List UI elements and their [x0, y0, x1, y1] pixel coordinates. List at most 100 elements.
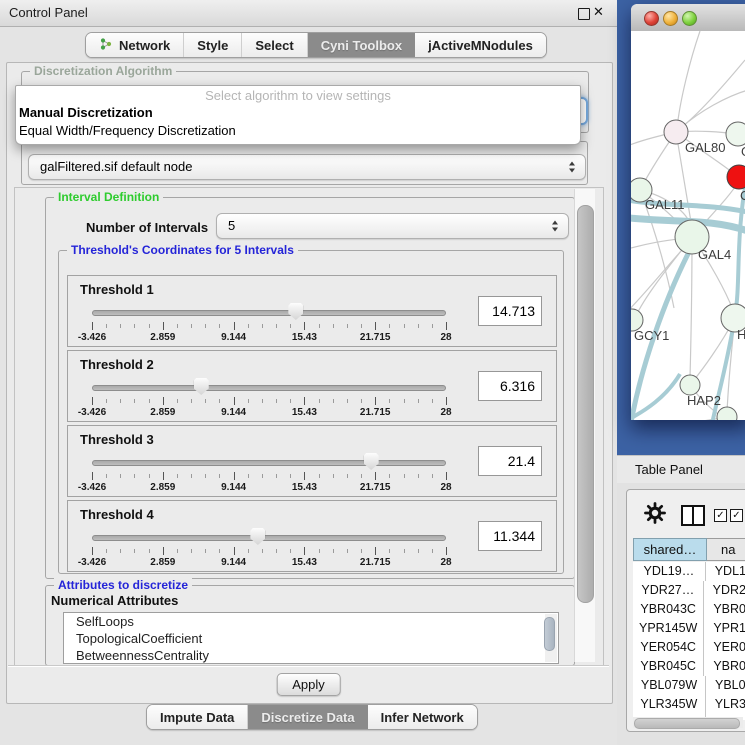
number-of-intervals-combobox[interactable]: 5	[216, 213, 569, 239]
table-row[interactable]: YBR043CYBR0	[633, 600, 745, 619]
attributes-group-label: Attributes to discretize	[54, 578, 192, 592]
control-panel-titlebar: Control Panel ✕	[0, 0, 617, 27]
network-canvas[interactable]: GAL80 G. C GAL11 GAL4 GCY1 H HAP2	[631, 31, 745, 420]
tab-style[interactable]: Style	[184, 33, 242, 57]
svg-text:HAP2: HAP2	[687, 393, 721, 408]
apply-bar: Apply	[8, 665, 609, 703]
tab-select[interactable]: Select	[242, 33, 307, 57]
threshold-2-slider[interactable]: -3.4262.8599.14415.4321.71528	[92, 377, 446, 419]
top-tab-bar: Network Style Select Cyni Toolbox jActiv…	[85, 32, 547, 58]
table-panel-header: Table Panel	[617, 455, 745, 485]
algorithm-option-manual[interactable]: Manual Discretization	[19, 105, 577, 120]
slider-track[interactable]	[92, 385, 446, 391]
threshold-4-panel: Threshold 4 -3.4262.8599.14415.4321.7152…	[67, 500, 557, 572]
tab-network[interactable]: Network	[86, 33, 184, 57]
slider-track[interactable]	[92, 460, 446, 466]
node-partial-top[interactable]	[726, 122, 745, 146]
node-hap2[interactable]	[680, 375, 700, 395]
table-row[interactable]: YDR27…YDR2	[633, 581, 745, 600]
attribute-item[interactable]: SelfLoops	[64, 613, 558, 630]
slider-thumb[interactable]	[288, 303, 303, 320]
numerical-attributes-label: Numerical Attributes	[51, 593, 178, 608]
svg-text:GAL80: GAL80	[685, 140, 725, 155]
slider-scale-labels: -3.4262.8599.14415.4321.71528	[92, 407, 446, 418]
node-red-selected[interactable]	[727, 165, 745, 189]
table-row[interactable]: YPR145WYPR1	[633, 619, 745, 638]
tab-infer-network[interactable]: Infer Network	[368, 705, 477, 729]
svg-text:GCY1: GCY1	[634, 328, 669, 343]
settings-scrollbar-thumb[interactable]	[577, 205, 594, 603]
stepper-icon	[568, 161, 577, 174]
tab-cyni-toolbox[interactable]: Cyni Toolbox	[308, 33, 415, 57]
minimize-traffic-light[interactable]	[663, 11, 678, 26]
number-of-intervals-label: Number of Intervals	[86, 220, 208, 235]
threshold-1-value-field[interactable]: 14.713	[478, 296, 542, 326]
table-row[interactable]: YLR345WYLR3	[633, 695, 745, 714]
slider-thumb[interactable]	[364, 453, 379, 470]
columns-icon[interactable]	[681, 505, 705, 526]
table-data-combobox[interactable]: galFiltered.sif default node	[28, 154, 586, 180]
attribute-items: SelfLoopsTopologicalCoefficientBetweenne…	[64, 613, 558, 664]
threshold-1-label: Threshold 1	[80, 282, 154, 297]
slider-track[interactable]	[92, 310, 446, 316]
table-row[interactable]: YER054CYER0	[633, 638, 745, 657]
threshold-3-label: Threshold 3	[80, 432, 154, 447]
algorithm-popup-hint: Select algorithm to view settings	[16, 88, 580, 103]
column-header-name[interactable]: na	[707, 538, 745, 561]
bottom-tab-bar: Impute Data Discretize Data Infer Networ…	[146, 704, 478, 730]
thresholds-group-label: Threshold's Coordinates for 5 Intervals	[67, 243, 298, 257]
svg-text:GAL4: GAL4	[698, 247, 731, 262]
threshold-1-panel: Threshold 1 -3.4262.8599.14415.4321.7152…	[67, 275, 557, 347]
table-panel-title: Table Panel	[635, 462, 703, 477]
algorithm-dropdown-popup: Select algorithm to view settings Manual…	[15, 85, 581, 145]
network-nodes	[631, 120, 745, 420]
table-horizontal-scrollbar[interactable]	[633, 717, 743, 728]
threshold-4-slider[interactable]: -3.4262.8599.14415.4321.71528	[92, 527, 446, 569]
tab-impute-data[interactable]: Impute Data	[147, 705, 248, 729]
node-table-rows: YDL19…YDL1YDR27…YDR2YBR043CYBR0YPR145WYP…	[633, 562, 745, 720]
slider-track[interactable]	[92, 535, 446, 541]
attribute-item[interactable]: BetweennessCentrality	[64, 647, 558, 664]
cyni-toolbox-panel: Discretization Algorithm Table Data galF…	[6, 62, 613, 704]
table-row[interactable]: YBR045CYBR0	[633, 657, 745, 676]
slider-scale-labels: -3.4262.8599.14415.4321.71528	[92, 557, 446, 568]
numerical-attributes-list[interactable]: SelfLoopsTopologicalCoefficientBetweenne…	[63, 612, 559, 664]
threshold-4-value-field[interactable]: 11.344	[478, 521, 542, 551]
svg-text:C: C	[740, 188, 745, 203]
column-header-shared-name[interactable]: shared…	[633, 538, 707, 561]
table-row[interactable]: YBL079WYBL0	[633, 676, 745, 695]
threshold-1-slider[interactable]: -3.4262.8599.14415.4321.71528	[92, 302, 446, 344]
svg-text:GAL11: GAL11	[645, 197, 685, 212]
table-header-row: shared… na	[633, 538, 745, 561]
interval-definition-group: Interval Definition Number of Intervals …	[45, 197, 575, 579]
tab-jactivemnodules[interactable]: jActiveMNodules	[415, 33, 546, 57]
table-row[interactable]: YDL19…YDL1	[633, 562, 745, 581]
attribute-item[interactable]: TopologicalCoefficient	[64, 630, 558, 647]
tab-discretize-data[interactable]: Discretize Data	[248, 705, 367, 729]
list-scrollbar[interactable]	[545, 614, 557, 662]
threshold-2-label: Threshold 2	[80, 357, 154, 372]
close-traffic-light[interactable]	[644, 11, 659, 26]
threshold-4-label: Threshold 4	[80, 507, 154, 522]
zoom-traffic-light[interactable]	[682, 11, 697, 26]
threshold-3-slider[interactable]: -3.4262.8599.14415.4321.71528	[92, 452, 446, 494]
close-icon[interactable]: ✕	[593, 4, 604, 20]
threshold-2-value-field[interactable]: 6.316	[478, 371, 542, 401]
threshold-3-value-field[interactable]: 21.4	[478, 446, 542, 476]
checkbox-icon[interactable]: ✓	[730, 509, 743, 522]
checkbox-icon[interactable]: ✓	[714, 509, 727, 522]
table-data-selected-value: galFiltered.sif default node	[40, 159, 192, 174]
node-partial-bottom[interactable]	[717, 407, 737, 420]
float-window-icon[interactable]	[578, 8, 590, 20]
number-of-intervals-value: 5	[228, 218, 235, 233]
table-hscrollbar-thumb[interactable]	[634, 718, 740, 729]
control-panel: Control Panel ✕ Network Style Select Cyn…	[0, 0, 617, 745]
slider-ticks	[92, 322, 446, 330]
apply-button[interactable]: Apply	[276, 673, 341, 696]
threshold-3-panel: Threshold 3 -3.4262.8599.14415.4321.7152…	[67, 425, 557, 497]
slider-thumb[interactable]	[250, 528, 265, 545]
gear-icon[interactable]	[644, 502, 666, 524]
list-scrollbar-thumb[interactable]	[544, 617, 555, 651]
algorithm-option-equal-width[interactable]: Equal Width/Frequency Discretization	[19, 123, 577, 138]
slider-thumb[interactable]	[194, 378, 209, 395]
